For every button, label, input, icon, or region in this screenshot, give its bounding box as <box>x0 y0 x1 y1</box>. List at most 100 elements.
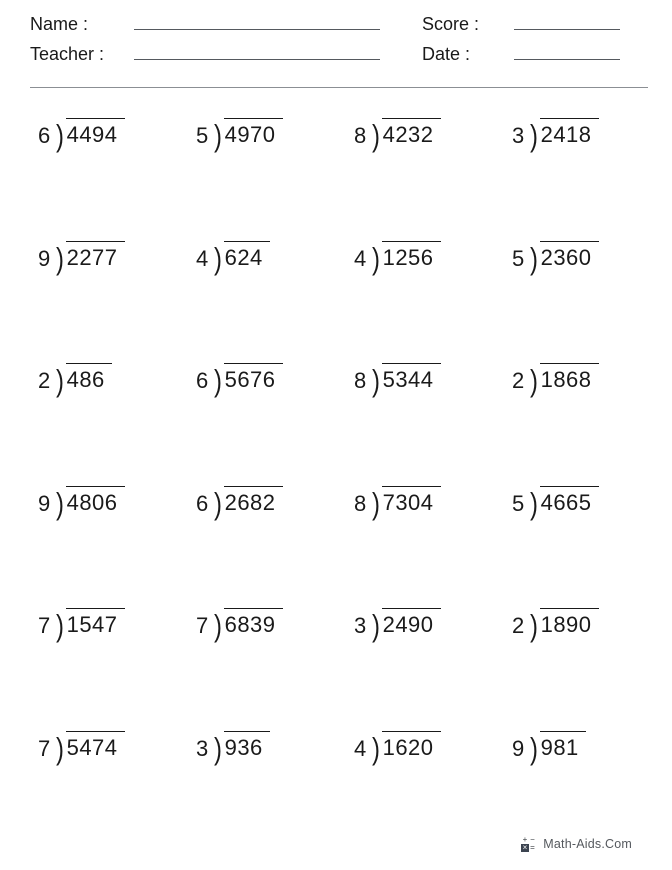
division-curve-glyph: ) <box>214 241 223 276</box>
division-curve-glyph: ) <box>530 241 539 276</box>
dividend: 2490 <box>381 608 441 639</box>
long-division-bracket-icon: ) 5474 <box>56 730 125 766</box>
division-curve-glyph: ) <box>530 486 539 521</box>
long-division-bracket-icon: ) 2277 <box>56 240 125 276</box>
dividend: 2682 <box>223 485 283 517</box>
dividend: 2277 <box>65 240 125 272</box>
dividend: 936 <box>223 730 270 762</box>
division-curve-glyph: ) <box>530 609 539 643</box>
division-problem: 4) 624 <box>196 240 354 364</box>
division-curve-glyph: ) <box>214 609 223 643</box>
long-division-bracket-icon: ) 1620 <box>372 730 441 766</box>
logo-equals-glyph: = <box>530 843 535 852</box>
division-problem: 7) 6839 <box>196 608 354 731</box>
long-division-bracket-icon: ) 6839 <box>214 608 283 643</box>
dividend: 4665 <box>539 485 599 517</box>
division-problem: 5) 2360 <box>512 240 670 364</box>
divisor: 4 <box>354 735 367 761</box>
long-division-bracket-icon: ) 4494 <box>56 118 125 153</box>
footer: + − × = Math-Aids.Com <box>0 836 672 852</box>
dividend: 7304 <box>381 485 441 517</box>
division-problem: 4) 1256 <box>354 240 512 364</box>
division-curve-glyph: ) <box>530 119 539 153</box>
header-divider <box>30 87 648 88</box>
divisor: 6 <box>196 368 209 393</box>
division-problem: 7) 1547 <box>38 608 196 731</box>
division-curve-glyph: ) <box>56 241 65 276</box>
division-curve-glyph: ) <box>214 731 223 766</box>
problem-row: 7) 1547 7) 6839 3) 2490 2) 1890 <box>0 608 672 731</box>
dividend: 1868 <box>539 363 599 394</box>
score-input-blank[interactable] <box>514 16 620 30</box>
division-curve-glyph: ) <box>56 486 65 521</box>
division-problem: 5) 4665 <box>512 485 670 609</box>
division-problem: 2) 1868 <box>512 363 670 486</box>
divisor: 3 <box>354 613 367 638</box>
dividend: 1547 <box>65 608 125 639</box>
division-curve-glyph: ) <box>530 731 539 766</box>
division-problem: 9) 4806 <box>38 485 196 609</box>
date-field-group: Date : <box>422 44 620 65</box>
division-problem: 6) 2682 <box>196 485 354 609</box>
long-division-bracket-icon: ) 4970 <box>214 118 283 153</box>
divisor: 7 <box>38 613 51 638</box>
divisor: 9 <box>38 490 51 516</box>
division-problem: 6) 4494 <box>38 118 196 241</box>
divisor: 9 <box>38 245 51 271</box>
dividend: 2418 <box>539 118 599 149</box>
divisor: 2 <box>38 368 51 393</box>
long-division-bracket-icon: ) 5676 <box>214 363 283 396</box>
division-problem: 9) 2277 <box>38 240 196 364</box>
dividend: 5344 <box>381 363 441 394</box>
long-division-bracket-icon: ) 5344 <box>372 363 441 396</box>
divisor: 5 <box>196 123 209 148</box>
dividend: 4970 <box>223 118 283 149</box>
divisor: 4 <box>354 245 367 271</box>
dividend: 1256 <box>381 240 441 272</box>
divisor: 7 <box>38 735 51 761</box>
problem-row: 9) 2277 4) 624 4) 1256 5) 2360 <box>0 240 672 364</box>
division-problem: 3) 936 <box>196 730 354 854</box>
date-input-blank[interactable] <box>514 46 620 60</box>
dividend: 1620 <box>381 730 441 762</box>
long-division-bracket-icon: ) 1256 <box>372 240 441 276</box>
long-division-bracket-icon: ) 1890 <box>530 608 599 643</box>
long-division-bracket-icon: ) 486 <box>56 363 112 396</box>
division-curve-glyph: ) <box>56 119 65 153</box>
divisor: 5 <box>512 490 525 516</box>
divisor: 7 <box>196 613 209 638</box>
long-division-bracket-icon: ) 4232 <box>372 118 441 151</box>
divisor: 4 <box>196 245 209 271</box>
teacher-label: Teacher : <box>30 44 105 64</box>
division-curve-glyph: ) <box>214 119 223 153</box>
header-row-2: Teacher : Date : <box>30 44 648 74</box>
divisor: 9 <box>512 735 525 761</box>
long-division-bracket-icon: ) 1547 <box>56 608 125 641</box>
division-curve-glyph: ) <box>530 364 539 398</box>
teacher-field-group: Teacher : <box>30 44 422 65</box>
long-division-bracket-icon: ) 2682 <box>214 485 283 518</box>
name-label: Name : <box>30 14 89 34</box>
dividend: 4494 <box>65 118 125 149</box>
dividend: 4806 <box>65 485 125 517</box>
name-input-blank[interactable] <box>134 16 380 30</box>
name-field-group: Name : <box>30 14 422 35</box>
division-problem: 2) 1890 <box>512 608 670 731</box>
math-aids-logo-icon: + − × = <box>521 836 536 852</box>
problem-grid: 6) 4494 5) 4970 8) 4232 3) 2418 9) 2277 4) 624 4) 125… <box>0 118 672 853</box>
dividend: 4232 <box>381 118 441 149</box>
division-curve-glyph: ) <box>372 241 381 276</box>
division-curve-glyph: ) <box>372 609 381 643</box>
teacher-input-blank[interactable] <box>134 46 380 60</box>
division-problem: 6) 5676 <box>196 363 354 486</box>
division-curve-glyph: ) <box>372 731 381 766</box>
dividend: 1890 <box>539 608 599 639</box>
long-division-bracket-icon: ) 624 <box>214 240 270 276</box>
score-field-group: Score : <box>422 14 620 35</box>
division-curve-glyph: ) <box>56 731 65 766</box>
division-problem: 9) 981 <box>512 730 670 854</box>
problem-row: 7) 5474 3) 936 4) 1620 9) 981 <box>0 730 672 854</box>
division-problem: 2) 486 <box>38 363 196 486</box>
dividend: 624 <box>223 240 270 272</box>
worksheet-header: Name : Score : Teacher : Date : <box>0 0 672 88</box>
